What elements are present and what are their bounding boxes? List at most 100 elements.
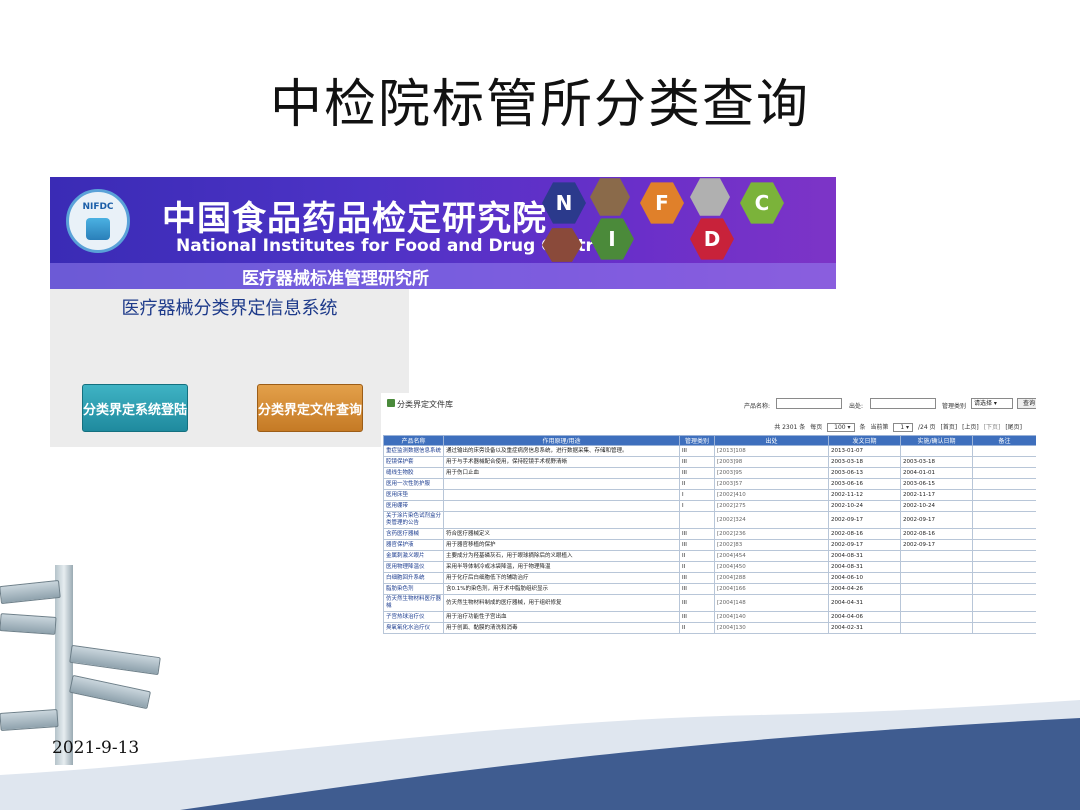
pager-prev-link[interactable]: [上页] [962, 424, 979, 431]
page-value: 1 [900, 424, 905, 431]
table-row[interactable]: 腔镜保护套 用于与手术器械配合使用，保持腔镜手术视野清晰 III [2003]98 20… [383, 456, 1036, 468]
table-cell: 2004-06-10 [828, 572, 901, 584]
table-row[interactable]: 脂肪染色剂 含0.1%的染色剂，用于术中脂肪组织显示 III [2004]166 200… [383, 583, 1036, 595]
table-cell [972, 528, 1036, 540]
table-cell[interactable]: 器官保护液 [383, 539, 444, 551]
pager-current-label: 当前第 [870, 424, 889, 431]
table-cell: 2004-01-01 [900, 467, 973, 479]
table-cell: II [679, 478, 715, 490]
table-cell: 用于治疗功能性子宫出血 [443, 611, 680, 623]
table-cell [972, 594, 1036, 612]
logo-text: NIFDC [82, 202, 114, 212]
table-cell [972, 539, 1036, 551]
table-cell: [2002]236 [714, 528, 829, 540]
table-cell[interactable]: 医用绷带 [383, 500, 444, 512]
table-cell: 2013-01-07 [828, 445, 901, 457]
table-cell: 用于化疗后白细胞低下的辅助治疗 [443, 572, 680, 584]
table-cell: 2002-09-17 [828, 511, 901, 529]
table-cell[interactable]: 医用床垫 [383, 489, 444, 501]
table-cell[interactable]: 关于涂片染色试剂盒分类管理的公告 [383, 511, 444, 529]
classification-login-button[interactable]: 分类界定系统登陆 [82, 384, 188, 432]
doc-title: 分类界定文件库 [397, 400, 453, 409]
table-cell[interactable]: 子宫热球治疗仪 [383, 611, 444, 623]
table-row[interactable]: 医用床垫 I [2002]410 2002-11-12 2002-11-17 [383, 489, 1036, 501]
classification-query-button[interactable]: 分类界定文件查询 [257, 384, 363, 432]
table-row[interactable]: 关于涂片染色试剂盒分类管理的公告 [2002]324 2002-09-17 2002-… [383, 511, 1036, 529]
table-cell [443, 500, 680, 512]
query-button[interactable]: 查询 [1017, 398, 1036, 409]
table-cell: III [679, 611, 715, 623]
table-cell: 用于伤口止血 [443, 467, 680, 479]
table-cell [972, 489, 1036, 501]
table-row[interactable]: 仿天然生物材料医疗器械 仿天然生物材料制成的医疗器械，用于组织修复 III [2004… [383, 594, 1036, 612]
banner-subtitle: 医疗器械标准管理研究所 [242, 269, 429, 289]
category-select[interactable]: 请选择 ▾ [971, 398, 1013, 409]
table-row[interactable]: 医用物理降温仪 采用半导体制冷或冰袋降温，用于物理降温 II [2004]450 200… [383, 561, 1036, 573]
pager-last-link[interactable]: [尾页] [1005, 424, 1022, 431]
panel-title: 医疗器械分类界定信息系统 [121, 298, 338, 319]
table-row[interactable]: 金属刺激义眼片 主要成分为羟基磷灰石，用于眼球摘除后的义眼植入 II [2004]45… [383, 550, 1036, 562]
table-cell: 2004-08-31 [828, 561, 901, 573]
product-name-input[interactable] [776, 398, 842, 409]
category-label: 管理类别 [942, 403, 967, 410]
table-cell: 2004-08-31 [828, 550, 901, 562]
table-cell [900, 622, 973, 634]
table-cell [972, 583, 1036, 595]
column-header: 产品名称 [383, 435, 444, 446]
table-cell[interactable]: 重症监测数据信息系统 [383, 445, 444, 457]
source-input[interactable] [870, 398, 936, 409]
table-cell: [2003]57 [714, 478, 829, 490]
table-cell [900, 594, 973, 612]
bottom-wave-decoration [0, 700, 1080, 810]
table-row[interactable]: 重症监测数据信息系统 通过输出的床旁设备以及重症病房信息系统，进行数据采集、存储和… [383, 445, 1036, 457]
table-cell [900, 572, 973, 584]
table-cell: 2002-11-12 [828, 489, 901, 501]
hex-f-icon: F [640, 182, 684, 224]
table-cell: 符合医疗器械定义 [443, 528, 680, 540]
table-row[interactable]: 臭氧氧化水治疗仪 用于创面、黏膜的清洗和消毒 II [2004]130 2004-02-… [383, 622, 1036, 634]
table-cell: II [679, 561, 715, 573]
table-cell: III [679, 539, 715, 551]
banner-title-cn: 中国食品药品检定研究院 [162, 199, 547, 239]
category-select-value: 请选择 [974, 400, 993, 407]
table-cell[interactable]: 含药医疗器械 [383, 528, 444, 540]
table-cell[interactable]: 医用物理降温仪 [383, 561, 444, 573]
table-cell[interactable]: 脂肪染色剂 [383, 583, 444, 595]
doc-header: 分类界定文件库 产品名称: 出处: 管理类别 请选择 ▾ 查询 [381, 393, 1036, 413]
pager: 共 2301 条 每页 100 ▾ 条 当前第 1 ▾ /24 页 [首页] [… [771, 422, 1022, 432]
table-cell[interactable]: 仿天然生物材料医疗器械 [383, 594, 444, 612]
table-cell [972, 611, 1036, 623]
table-cell: 2002-09-17 [900, 511, 973, 529]
hex-d-icon: D [690, 218, 734, 260]
table-cell: 主要成分为羟基磷灰石，用于眼球摘除后的义眼植入 [443, 550, 680, 562]
table-cell[interactable]: 医用一次性防护服 [383, 478, 444, 490]
table-cell: I [679, 500, 715, 512]
table-cell[interactable]: 金属刺激义眼片 [383, 550, 444, 562]
pager-first-link[interactable]: [首页] [940, 424, 957, 431]
table-row[interactable]: 白细胞回升系统 用于化疗后白细胞低下的辅助治疗 III [2004]288 2004-0… [383, 572, 1036, 584]
table-cell: III [679, 572, 715, 584]
per-page-select[interactable]: 100 ▾ [827, 423, 855, 432]
table-row[interactable]: 子宫热球治疗仪 用于治疗功能性子宫出血 III [2004]140 2004-04-06 [383, 611, 1036, 623]
table-cell: 2003-03-18 [828, 456, 901, 468]
table-cell [972, 550, 1036, 562]
table-cell: [2004]130 [714, 622, 829, 634]
table-cell[interactable]: 腔镜保护套 [383, 456, 444, 468]
table-cell [443, 489, 680, 501]
table-cell: 2002-11-17 [900, 489, 973, 501]
table-row[interactable]: 器官保护液 用于器官移植的保护 III [2002]83 2002-09-17 2002-… [383, 539, 1036, 551]
hex-n-icon: N [542, 182, 586, 224]
table-cell[interactable]: 缝线生物胶 [383, 467, 444, 479]
table-cell[interactable]: 臭氧氧化水治疗仪 [383, 622, 444, 634]
table-cell [972, 456, 1036, 468]
table-row[interactable]: 医用绷带 I [2002]275 2002-10-24 2002-10-24 [383, 500, 1036, 512]
table-row[interactable]: 含药医疗器械 符合医疗器械定义 III [2002]236 2002-08-16 2002… [383, 528, 1036, 540]
page-select[interactable]: 1 ▾ [893, 423, 914, 432]
pager-next-link[interactable]: [下页] [984, 424, 1001, 431]
table-row[interactable]: 缝线生物胶 用于伤口止血 III [2003]95 2003-06-13 2004-01-… [383, 467, 1036, 479]
slide-title: 中检院标管所分类查询 [269, 75, 810, 135]
table-row[interactable]: 医用一次性防护服 II [2003]57 2003-06-16 2003-06-15 [383, 478, 1036, 490]
table-cell[interactable]: 白细胞回升系统 [383, 572, 444, 584]
table-cell: 2002-08-16 [900, 528, 973, 540]
table-cell [900, 550, 973, 562]
